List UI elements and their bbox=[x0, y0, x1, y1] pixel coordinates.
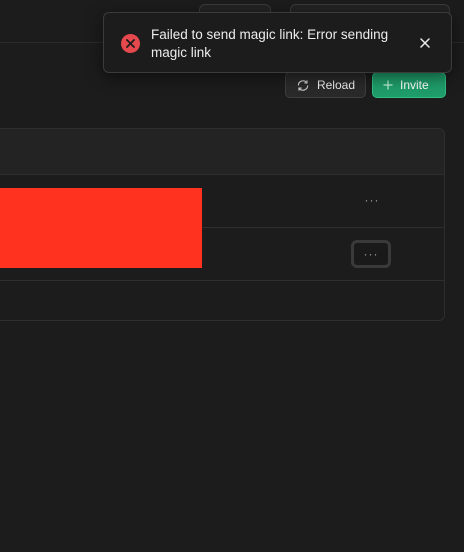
table-header bbox=[0, 129, 444, 175]
invite-button[interactable]: Invite bbox=[372, 72, 446, 98]
row-actions-button[interactable]: ··· bbox=[355, 189, 389, 211]
more-icon: ··· bbox=[364, 193, 380, 207]
more-icon: ··· bbox=[363, 247, 379, 261]
error-x-icon bbox=[121, 34, 140, 53]
reload-label: Reload bbox=[316, 78, 355, 92]
plus-icon bbox=[383, 80, 393, 90]
refresh-icon bbox=[297, 79, 309, 91]
toast-message: Failed to send magic link: Error sending… bbox=[151, 27, 389, 60]
row-actions-button[interactable]: ··· bbox=[351, 240, 391, 268]
invite-label: Invite bbox=[400, 78, 429, 92]
reload-button[interactable]: Reload bbox=[285, 72, 366, 98]
error-toast: Failed to send magic link: Error sending… bbox=[103, 12, 452, 73]
close-icon[interactable] bbox=[417, 35, 433, 51]
redacted-region bbox=[0, 188, 202, 268]
